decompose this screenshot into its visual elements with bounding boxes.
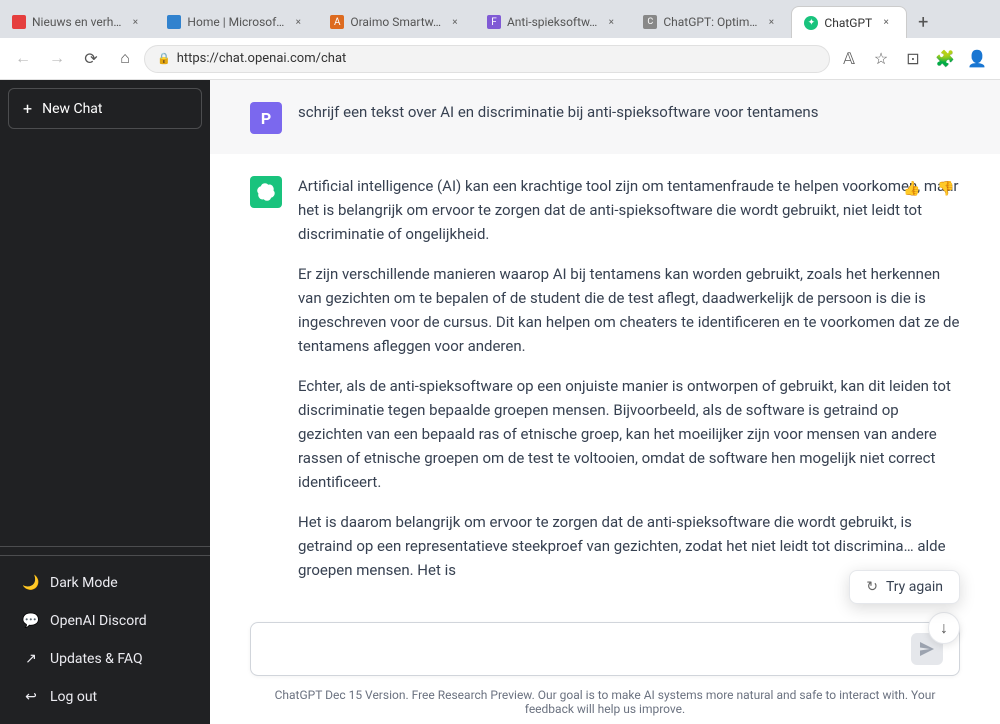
chat-area: P schrijf een tekst over AI en discrimin… <box>210 80 1000 724</box>
tab-close-nieuws[interactable]: × <box>127 14 143 30</box>
dark-mode-icon: 🌙 <box>22 574 40 592</box>
tab-antispieksoftw[interactable]: F Anti-spieksoftw… × <box>475 6 631 38</box>
ai-para-1: Artificial intelligence (AI) kan een kra… <box>298 174 960 246</box>
user-avatar: P <box>250 102 282 134</box>
tab-title-antispieksoftw: Anti-spieksoftw… <box>507 15 597 29</box>
plus-icon: + <box>23 99 32 118</box>
tab-bar: Nieuws en verh… × Home | Microsof… × A O… <box>0 0 1000 38</box>
sidebar: + New Chat 🌙 Dark Mode 💬 OpenAI Discord … <box>0 80 210 724</box>
reload-button[interactable]: ⟳ <box>76 44 106 74</box>
sidebar-item-logout[interactable]: ↩ Log out <box>8 678 202 716</box>
discord-label: OpenAI Discord <box>50 613 147 629</box>
discord-icon: 💬 <box>22 612 40 630</box>
tab-close-chatgpt-optim[interactable]: × <box>763 14 779 30</box>
input-area <box>210 610 1000 684</box>
favorites-button[interactable]: ☆ <box>866 44 896 74</box>
message-row-user: P schrijf een tekst over AI en discrimin… <box>210 80 1000 154</box>
profile-button[interactable]: 👤 <box>962 44 992 74</box>
tab-close-antispieksoftw[interactable]: × <box>603 14 619 30</box>
tab-favicon-antispieksoftw: F <box>487 15 501 29</box>
try-again-icon: ↻ <box>866 579 878 595</box>
browser-chrome: Nieuws en verh… × Home | Microsof… × A O… <box>0 0 1000 80</box>
tab-chatgpt-optim[interactable]: C ChatGPT: Optim… × <box>631 6 791 38</box>
ai-avatar <box>250 176 282 208</box>
footer-text: ChatGPT Dec 15 Version. Free Research Pr… <box>275 688 936 716</box>
tab-close-oraimo[interactable]: × <box>447 14 463 30</box>
sidebar-item-dark-mode[interactable]: 🌙 Dark Mode <box>8 564 202 602</box>
faq-icon: ↗ <box>22 650 40 668</box>
sidebar-item-discord[interactable]: 💬 OpenAI Discord <box>8 602 202 640</box>
sidebar-bottom: 🌙 Dark Mode 💬 OpenAI Discord ↗ Updates &… <box>0 555 210 724</box>
forward-button[interactable]: → <box>42 44 72 74</box>
thumbs-up-button[interactable]: 👍 <box>898 174 926 202</box>
try-again-label: Try again <box>886 579 943 595</box>
new-chat-label: New Chat <box>42 101 102 117</box>
new-tab-button[interactable]: + <box>907 6 939 38</box>
tab-title-nieuws: Nieuws en verh… <box>32 15 121 29</box>
collections-button[interactable]: ⊡ <box>898 44 928 74</box>
ai-message-content: Artificial intelligence (AI) kan een kra… <box>298 174 960 582</box>
ai-para-2: Er zijn verschillende manieren waarop AI… <box>298 262 960 358</box>
message-row-assistant: Artificial intelligence (AI) kan een kra… <box>210 154 1000 602</box>
tab-close-microsoft[interactable]: × <box>290 14 306 30</box>
tab-microsoft[interactable]: Home | Microsof… × <box>155 6 318 38</box>
tab-favicon-chatgpt-optim: C <box>643 15 657 29</box>
footer: ChatGPT Dec 15 Version. Free Research Pr… <box>210 684 1000 724</box>
new-chat-button[interactable]: + New Chat <box>8 88 202 129</box>
address-bar[interactable]: 🔒 https://chat.openai.com/chat <box>144 45 830 73</box>
logout-label: Log out <box>50 689 97 705</box>
sidebar-item-faq[interactable]: ↗ Updates & FAQ <box>8 640 202 678</box>
tab-close-chatgpt[interactable]: × <box>878 15 894 31</box>
tab-favicon-nieuws <box>12 15 26 29</box>
lock-icon: 🔒 <box>157 52 171 65</box>
app-container: + New Chat 🌙 Dark Mode 💬 OpenAI Discord … <box>0 80 1000 724</box>
nav-bar: ← → ⟳ ⌂ 🔒 https://chat.openai.com/chat 𝔸… <box>0 38 1000 80</box>
tab-chatgpt[interactable]: ✦ ChatGPT × <box>791 6 907 38</box>
tab-favicon-oraimo: A <box>330 15 344 29</box>
message-actions: 👍 👎 <box>898 174 960 202</box>
user-message-content: schrijf een tekst over AI en discriminat… <box>298 100 960 134</box>
input-box <box>250 622 960 676</box>
sidebar-divider <box>0 546 210 547</box>
ai-para-3: Echter, als de anti-spieksoftware op een… <box>298 374 960 494</box>
chat-messages: P schrijf een tekst over AI en discrimin… <box>210 80 1000 610</box>
thumbs-down-button[interactable]: 👎 <box>932 174 960 202</box>
tab-nieuws[interactable]: Nieuws en verh… × <box>0 6 155 38</box>
sidebar-top: + New Chat <box>0 80 210 538</box>
scroll-down-button[interactable]: ↓ <box>928 612 960 644</box>
back-button[interactable]: ← <box>8 44 38 74</box>
tab-title-oraimo: Oraimo Smartw… <box>350 15 441 29</box>
dark-mode-label: Dark Mode <box>50 575 118 591</box>
extensions-button[interactable]: 🧩 <box>930 44 960 74</box>
nav-actions: 𝔸 ☆ ⊡ 🧩 👤 <box>834 44 992 74</box>
tab-oraimo[interactable]: A Oraimo Smartw… × <box>318 6 475 38</box>
tab-favicon-chatgpt: ✦ <box>804 16 818 30</box>
tab-title-microsoft: Home | Microsof… <box>187 15 284 29</box>
faq-label: Updates & FAQ <box>50 651 143 667</box>
tab-favicon-microsoft <box>167 15 181 29</box>
tab-title-chatgpt: ChatGPT <box>824 16 872 30</box>
address-text: https://chat.openai.com/chat <box>177 51 347 66</box>
home-button[interactable]: ⌂ <box>110 44 140 74</box>
read-aloud-button[interactable]: 𝔸 <box>834 44 864 74</box>
try-again-popup[interactable]: ↻ Try again <box>849 570 960 604</box>
chat-input[interactable] <box>267 637 903 661</box>
user-message-text: schrijf een tekst over AI en discriminat… <box>298 103 818 121</box>
tab-title-chatgpt-optim: ChatGPT: Optim… <box>663 15 757 29</box>
logout-icon: ↩ <box>22 688 40 706</box>
